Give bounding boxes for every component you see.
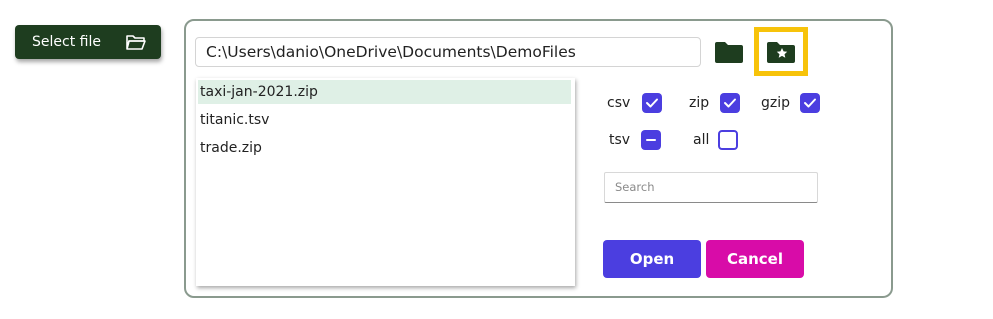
- file-name: titanic.tsv: [200, 112, 270, 128]
- filter-all-checkbox[interactable]: [718, 130, 739, 150]
- filter-zip-checkbox[interactable]: [720, 93, 741, 113]
- check-icon: [646, 98, 659, 108]
- filter-tsv-label: tsv: [609, 132, 631, 148]
- open-button[interactable]: Open: [603, 240, 701, 278]
- filter-csv-label: csv: [607, 95, 631, 111]
- filter-gzip[interactable]: gzip: [761, 93, 821, 113]
- select-file-button[interactable]: Select file: [15, 25, 161, 59]
- folder-open-icon: [126, 35, 146, 50]
- filter-tsv-checkbox[interactable]: [641, 130, 662, 150]
- list-item[interactable]: titanic.tsv: [198, 108, 571, 132]
- filter-gzip-label: gzip: [761, 95, 791, 111]
- filter-zip-label: zip: [689, 95, 710, 111]
- minus-icon: [646, 139, 657, 141]
- filter-gzip-checkbox[interactable]: [800, 93, 821, 113]
- file-name: trade.zip: [200, 140, 262, 156]
- check-icon: [804, 98, 817, 108]
- check-icon: [724, 98, 737, 108]
- path-input[interactable]: C:\Users\danio\OneDrive\Documents\DemoFi…: [195, 37, 701, 67]
- file-name: taxi-jan-2021.zip: [200, 84, 318, 100]
- select-file-label: Select file: [32, 34, 101, 50]
- file-list[interactable]: taxi-jan-2021.zip titanic.tsv trade.zip: [196, 78, 575, 286]
- filter-tsv[interactable]: tsv: [609, 130, 662, 150]
- search-input[interactable]: Search: [604, 172, 818, 203]
- folder-icon: [715, 42, 743, 63]
- cancel-button[interactable]: Cancel: [706, 240, 804, 278]
- favorites-folder-inner: [759, 32, 803, 71]
- list-item[interactable]: trade.zip: [198, 136, 571, 160]
- favorites-folder-button[interactable]: [754, 27, 808, 76]
- filter-csv[interactable]: csv: [607, 93, 663, 113]
- list-item[interactable]: taxi-jan-2021.zip: [198, 80, 571, 104]
- filter-csv-checkbox[interactable]: [642, 93, 663, 113]
- filter-zip[interactable]: zip: [689, 93, 741, 113]
- filter-all[interactable]: all: [693, 130, 739, 150]
- browse-folder-button[interactable]: [714, 40, 744, 64]
- folder-star-icon: [767, 41, 795, 63]
- filter-all-label: all: [693, 132, 710, 148]
